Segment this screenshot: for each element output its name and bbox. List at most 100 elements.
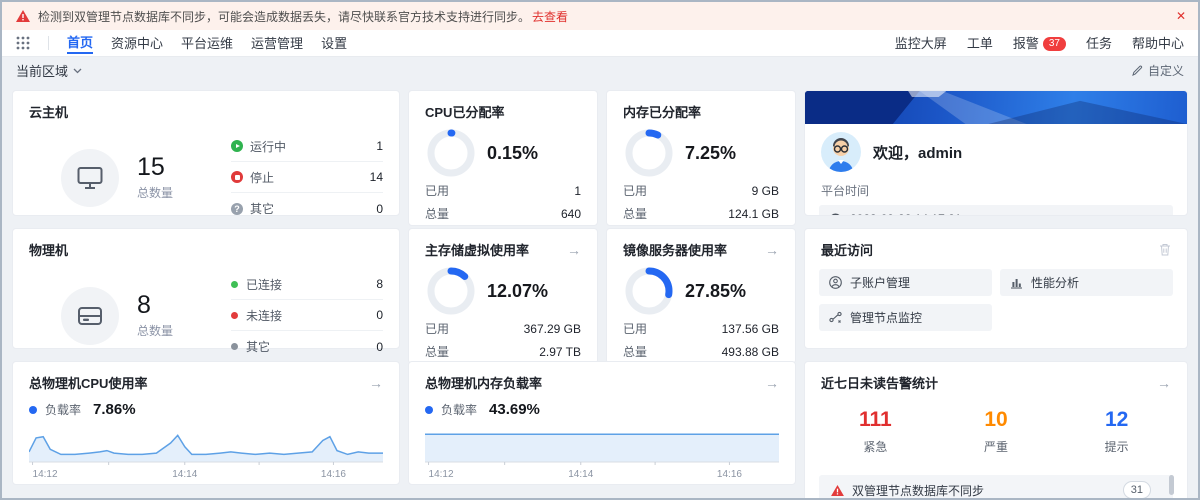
nav-item-alerts[interactable]: 报警 37	[1013, 33, 1066, 54]
total-label: 总量	[425, 343, 449, 360]
physical-total-label: 总数量	[137, 322, 173, 339]
card-title: 镜像服务器使用率	[623, 240, 727, 259]
stat-value: 12	[1056, 408, 1177, 432]
other-status-icon	[231, 203, 243, 215]
arrow-right-icon[interactable]: →	[567, 243, 581, 257]
customize-button[interactable]: 自定义	[1132, 62, 1184, 79]
card-primary-storage: 主存储虚拟使用率 → 12.07% 已用 367.29 GB 总量 2.97	[408, 228, 598, 364]
nav-item-work-order[interactable]: 工单	[967, 33, 993, 53]
status-row-other: 其它 0	[231, 331, 383, 362]
legend-dot-icon	[425, 406, 433, 414]
dashboard-page: 检测到双管理节点数据库不同步，可能会造成数据丢失，请尽快联系官方技术支持进行同步…	[0, 0, 1200, 500]
monitor-icon	[77, 166, 103, 190]
image-server-used-row: 已用 137.56 GB	[607, 317, 795, 340]
recent-item-label: 管理节点监控	[850, 309, 922, 326]
network-nodes-icon	[829, 311, 842, 324]
card-title: 主存储虚拟使用率	[425, 240, 529, 259]
status-value: 0	[376, 308, 383, 322]
svg-text:14:12: 14:12	[429, 469, 454, 480]
nav-item-operation-mgmt[interactable]: 运营管理	[251, 33, 303, 53]
svg-text:14:14: 14:14	[172, 469, 197, 480]
memory-area-chart: 14:1214:1414:16	[409, 418, 795, 480]
region-selector[interactable]: 当前区域	[16, 61, 82, 80]
cpu-chart-legend: 负载率 7.86%	[13, 392, 399, 418]
alarm-stat-urgent: 111 紧急	[815, 408, 936, 455]
connected-dot-icon	[231, 281, 238, 288]
total-value: 2.97 TB	[539, 345, 581, 359]
memory-chart-legend: 负载率 43.69%	[409, 392, 795, 418]
alarm-stats: 111 紧急 10 严重 12 提示	[805, 392, 1187, 455]
clock-icon	[829, 213, 842, 217]
status-row-connected: 已连接 8	[231, 269, 383, 300]
used-value: 1	[574, 184, 581, 198]
used-value: 137.56 GB	[722, 322, 779, 336]
status-label: 其它	[246, 338, 270, 355]
dashboard-grid: 云主机 15 总数量 运行中 1	[2, 84, 1198, 485]
cpu-donut-chart	[425, 127, 477, 179]
legend-label: 负载率	[441, 401, 477, 418]
trash-icon[interactable]	[1159, 243, 1171, 256]
recent-item-subaccount[interactable]: 子账户管理	[819, 269, 992, 296]
total-label: 总量	[623, 343, 647, 360]
cpu-total-row: 总量 640	[409, 202, 597, 225]
alarm-list-item[interactable]: 双管理节点数据库不同步 31	[819, 475, 1173, 500]
status-label: 未连接	[246, 307, 282, 324]
legend-value: 7.86%	[93, 401, 136, 418]
status-row-running: 运行中 1	[231, 131, 383, 162]
alert-view-link[interactable]: 去查看	[532, 8, 568, 25]
scrollbar-thumb[interactable]	[1169, 475, 1174, 495]
card-memory-load-chart: 总物理机内存负载率 → 负载率 43.69% 14:1214:1414:16	[408, 361, 796, 485]
subheader: 当前区域 自定义	[2, 57, 1198, 84]
nav-item-monitor-screen[interactable]: 监控大屏	[895, 33, 947, 53]
nav-item-settings[interactable]: 设置	[321, 33, 347, 53]
arrow-right-icon[interactable]: →	[369, 376, 383, 390]
total-value: 640	[561, 207, 581, 221]
bar-chart-icon	[1010, 276, 1023, 289]
nav-item-platform-ops[interactable]: 平台运维	[181, 33, 233, 53]
welcome-banner	[805, 91, 1187, 124]
status-value: 14	[370, 170, 383, 184]
used-label: 已用	[425, 320, 449, 337]
stat-label: 紧急	[815, 438, 936, 455]
nav-divider	[48, 36, 49, 50]
nav-item-home[interactable]: 首页	[67, 32, 93, 54]
nav-item-help-center[interactable]: 帮助中心	[1132, 33, 1184, 53]
arrow-right-icon[interactable]: →	[1157, 376, 1171, 390]
card-physical-machine: 物理机 8 总数量 已连接 8	[12, 228, 400, 349]
running-status-icon	[231, 140, 243, 152]
total-value: 124.1 GB	[728, 207, 779, 221]
stat-label: 严重	[936, 438, 1057, 455]
card-title: CPU已分配率	[409, 91, 597, 121]
card-image-server: 镜像服务器使用率 → 27.85% 已用 137.56 GB 总量 493.	[606, 228, 796, 364]
svg-text:14:16: 14:16	[717, 469, 742, 480]
stat-label: 提示	[1056, 438, 1177, 455]
recent-item-performance[interactable]: 性能分析	[1000, 269, 1173, 296]
memory-used-row: 已用 9 GB	[607, 179, 795, 202]
status-label: 已连接	[246, 276, 282, 293]
legend-value: 43.69%	[489, 401, 540, 418]
close-icon[interactable]: ✕	[1176, 10, 1186, 22]
arrow-right-icon[interactable]: →	[765, 243, 779, 257]
status-row-stopped: 停止 14	[231, 162, 383, 193]
apps-grid-icon[interactable]	[16, 36, 30, 50]
alarm-stat-info: 12 提示	[1056, 408, 1177, 455]
card-welcome: 欢迎，admin 平台时间 2023-09-22 14:17:21	[804, 90, 1188, 216]
arrow-right-icon[interactable]: →	[765, 376, 779, 390]
nav-item-tasks[interactable]: 任务	[1086, 33, 1112, 53]
storage-percent: 12.07%	[487, 281, 548, 302]
status-label: 运行中	[250, 138, 286, 155]
storage-donut-chart	[425, 265, 477, 317]
status-label: 停止	[250, 169, 274, 186]
cloud-host-total: 15	[137, 154, 173, 182]
stopped-status-icon	[231, 171, 243, 183]
total-label: 总量	[425, 205, 449, 222]
status-value: 8	[376, 277, 383, 291]
nav-item-resource-center[interactable]: 资源中心	[111, 33, 163, 53]
card-title: 总物理机CPU使用率	[29, 373, 147, 392]
alert-count-badge: 37	[1043, 37, 1066, 51]
card-memory-allocation: 内存已分配率 7.25% 已用 9 GB 总量 124.1 GB	[606, 90, 796, 226]
cpu-percent: 0.15%	[487, 143, 538, 164]
total-value: 493.88 GB	[722, 345, 779, 359]
recent-item-node-monitor[interactable]: 管理节点监控	[819, 304, 992, 331]
card-cpu-usage-chart: 总物理机CPU使用率 → 负载率 7.86% 14:1214:1414:16	[12, 361, 400, 485]
